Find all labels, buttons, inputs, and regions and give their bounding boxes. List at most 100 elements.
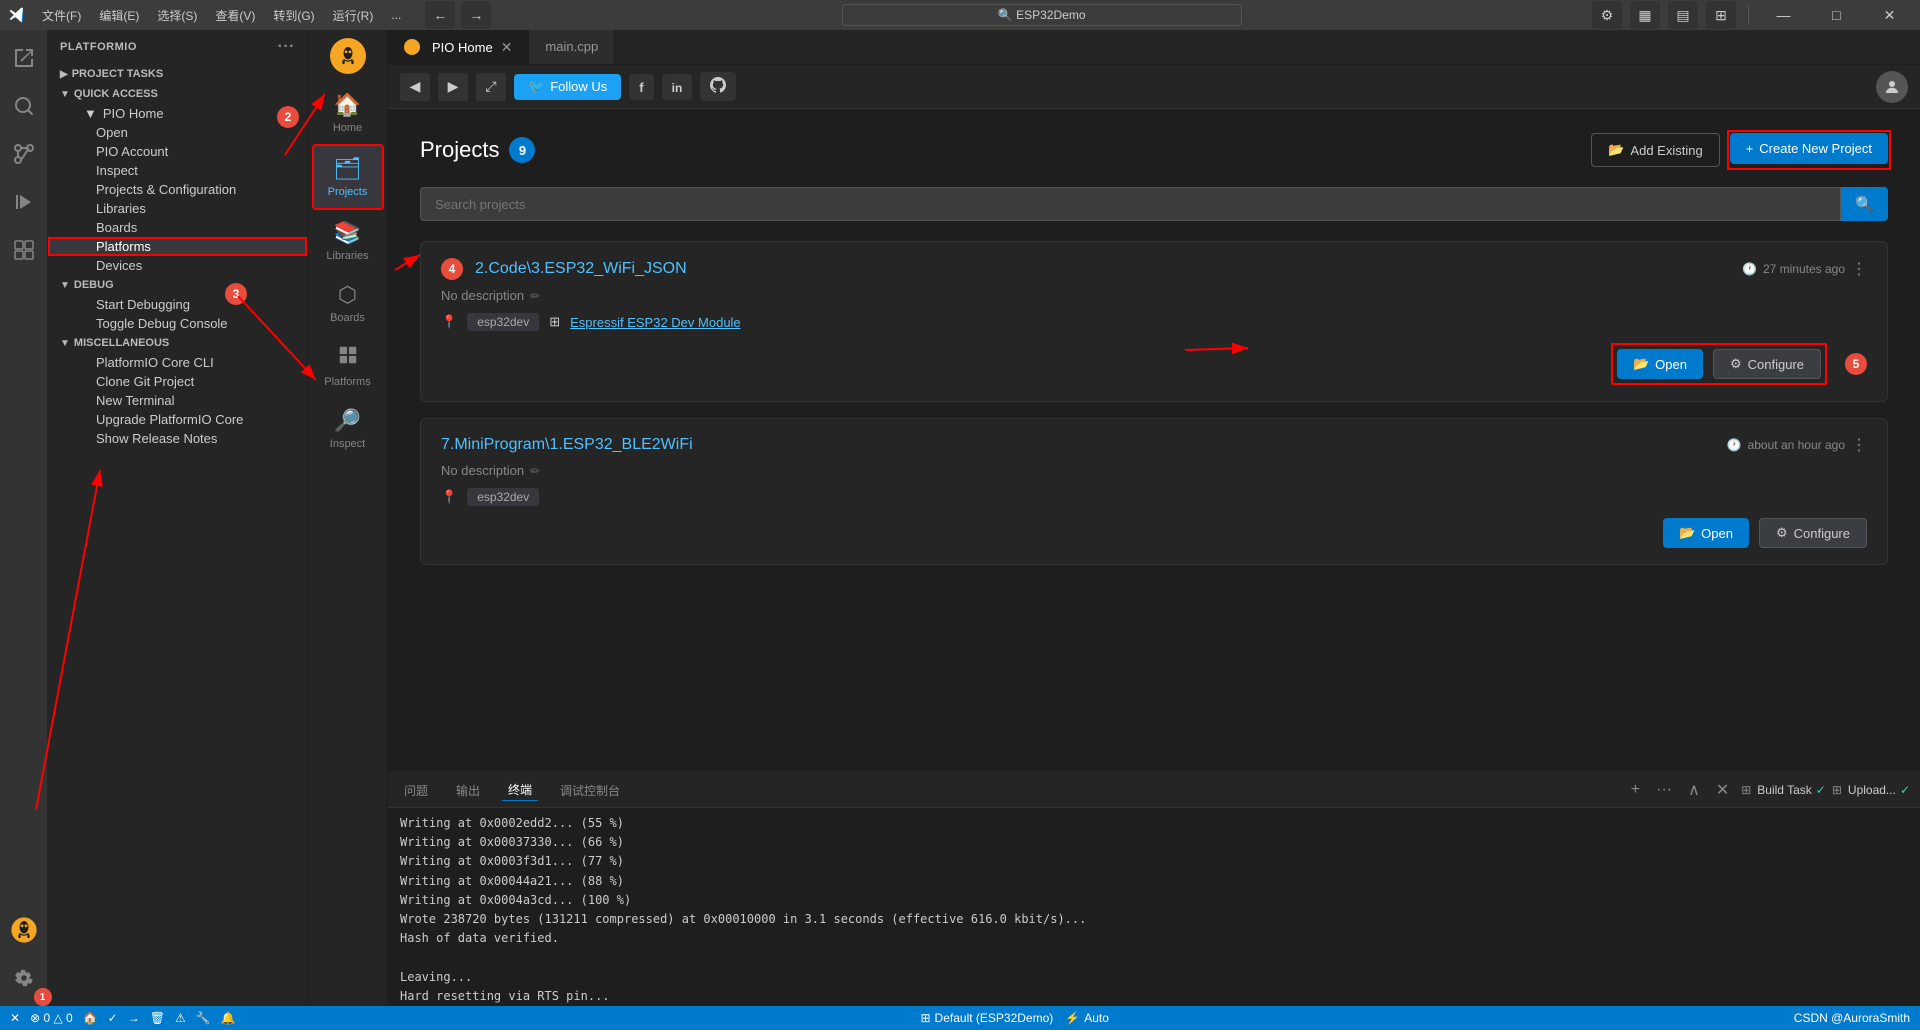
menu-more[interactable]: ... <box>383 6 409 24</box>
create-new-project-btn[interactable]: + Create New Project <box>1730 133 1888 164</box>
sidebar-item-projects-config[interactable]: Projects & Configuration <box>48 180 307 199</box>
tab-close-pio-home[interactable]: ✕ <box>501 39 513 56</box>
menu-select[interactable]: 选择(S) <box>149 5 205 26</box>
sidebar-item-devices[interactable]: Devices <box>48 256 307 275</box>
project-tasks-section[interactable]: ▶ PROJECT TASKS <box>48 64 307 84</box>
status-home-icon[interactable]: 🏠 <box>83 1011 98 1025</box>
toolbar-expand-btn[interactable]: ⤢ <box>476 73 506 101</box>
menu-file[interactable]: 文件(F) <box>34 5 89 26</box>
panel-layout-btn[interactable]: ▤ <box>1668 1 1698 29</box>
quick-access-section[interactable]: ▼ QUICK ACCESS <box>48 84 307 104</box>
project-card-2: 7.MiniProgram\1.ESP32_BLE2WiFi 🕐 about a… <box>420 418 1888 565</box>
board-link-1[interactable]: Espressif ESP32 Dev Module <box>570 315 741 330</box>
menu-edit[interactable]: 编辑(E) <box>91 5 147 26</box>
status-arrow-icon[interactable]: → <box>128 1011 140 1025</box>
sidebar-item-platformio-core-cli[interactable]: PlatformIO Core CLI <box>48 353 307 372</box>
activity-explorer[interactable] <box>0 34 48 82</box>
editor-layout-btn[interactable]: ▦ <box>1630 1 1660 29</box>
pio-nav-projects[interactable]: 🗂 Projects <box>312 144 384 210</box>
sidebar-item-show-release-notes[interactable]: Show Release Notes <box>48 429 307 448</box>
nav-back-btn[interactable]: ← <box>425 1 455 29</box>
sidebar-item-start-debugging[interactable]: Start Debugging <box>48 295 307 314</box>
tab-pio-home[interactable]: PIO Home ✕ <box>388 30 529 64</box>
facebook-btn[interactable]: f <box>629 74 653 100</box>
more-options-icon[interactable]: ⋮ <box>1851 259 1867 279</box>
sidebar-item-platforms[interactable]: Platforms <box>48 237 307 256</box>
activity-search[interactable] <box>0 82 48 130</box>
follow-us-btn[interactable]: 🐦 Follow Us <box>514 74 621 100</box>
more-options-icon-2[interactable]: ⋮ <box>1851 435 1867 455</box>
status-profile[interactable]: ⊞ Default (ESP32Demo) <box>920 1011 1053 1025</box>
terminal-tab-terminal[interactable]: 终端 <box>502 779 538 801</box>
sidebar-item-pio-home[interactable]: ▼ PIO Home <box>48 104 307 123</box>
sidebar-item-clone-git-project[interactable]: Clone Git Project <box>48 372 307 391</box>
plus-icon: + <box>1746 141 1754 156</box>
status-errors-warnings[interactable]: ⊗ 0 △ 0 <box>30 1011 73 1025</box>
status-trash-icon[interactable]: 🗑 <box>150 1011 165 1025</box>
menu-run[interactable]: 运行(R) <box>325 5 382 26</box>
sidebar-item-open[interactable]: Open <box>48 123 307 142</box>
customize-layout-btn[interactable]: ⊞ <box>1706 1 1736 29</box>
search-projects-btn[interactable]: 🔍 <box>1841 187 1888 221</box>
sidebar-more-btn[interactable]: ··· <box>278 38 295 56</box>
activity-git[interactable] <box>0 130 48 178</box>
sidebar-item-boards[interactable]: Boards <box>48 218 307 237</box>
status-gear-icon[interactable]: 🔧 <box>196 1011 211 1025</box>
menu-view[interactable]: 查看(V) <box>207 5 263 26</box>
minimize-btn[interactable]: — <box>1761 0 1806 30</box>
project-1-open-btn[interactable]: 📂 Open <box>1617 349 1703 379</box>
project-1-configure-btn[interactable]: ⚙ Configure <box>1713 349 1821 379</box>
terminal-tab-problems[interactable]: 问题 <box>398 780 434 801</box>
toolbar-forward-btn[interactable]: ▶ <box>438 73 468 101</box>
pio-avatar[interactable] <box>330 38 366 74</box>
add-existing-btn[interactable]: 📂 Add Existing <box>1591 133 1719 167</box>
tab-main-cpp[interactable]: main.cpp <box>529 30 615 64</box>
project-2-open-btn[interactable]: 📂 Open <box>1663 518 1749 548</box>
activity-extensions[interactable] <box>0 226 48 274</box>
maximize-btn[interactable]: □ <box>1814 0 1859 30</box>
debug-section[interactable]: ▼ Debug <box>48 275 307 295</box>
pio-nav-libraries[interactable]: 📚 Libraries <box>312 210 384 272</box>
pio-nav-boards[interactable]: ⬡ Boards <box>312 272 384 334</box>
terminal-more-btn[interactable]: ··· <box>1652 779 1676 801</box>
edit-desc-icon-2[interactable]: ✏ <box>530 464 540 478</box>
status-warning-icon[interactable]: ⚠ <box>175 1011 186 1025</box>
sidebar-item-libraries[interactable]: Libraries <box>48 199 307 218</box>
terminal-tab-debug-console[interactable]: 调试控制台 <box>554 780 626 801</box>
pio-nav-platforms[interactable]: Platforms <box>312 334 384 398</box>
profile-avatar-btn[interactable] <box>1876 71 1908 103</box>
settings-layout-btn[interactable]: ⚙ <box>1592 1 1622 29</box>
pio-nav-home-icon: 🏠 <box>334 92 361 118</box>
activity-settings[interactable]: 1 <box>0 954 48 1002</box>
terminal-close-btn[interactable]: ✕ <box>1712 778 1733 802</box>
terminal-tab-output[interactable]: 输出 <box>450 780 486 801</box>
status-auto[interactable]: ⚡ Auto <box>1065 1011 1109 1025</box>
github-btn[interactable] <box>700 72 736 101</box>
nav-forward-btn[interactable]: → <box>461 1 491 29</box>
project-2-name[interactable]: 7.MiniProgram\1.ESP32_BLE2WiFi <box>441 436 693 454</box>
close-btn[interactable]: ✕ <box>1867 0 1912 30</box>
pio-nav-home[interactable]: 🏠 Home <box>312 82 384 144</box>
terminal-minimize-btn[interactable]: ∧ <box>1684 778 1704 802</box>
project-1-name[interactable]: 2.Code\3.ESP32_WiFi_JSON <box>475 260 687 278</box>
activity-pio[interactable] <box>0 906 48 954</box>
search-projects-input[interactable] <box>420 187 1841 221</box>
status-csdn[interactable]: CSDN @AuroraSmith <box>1794 1011 1910 1025</box>
sidebar-item-new-terminal[interactable]: New Terminal <box>48 391 307 410</box>
menu-goto[interactable]: 转到(G) <box>265 5 322 26</box>
global-search[interactable]: 🔍 ESP32Demo <box>842 4 1242 26</box>
toolbar-back-btn[interactable]: ◀ <box>400 73 430 101</box>
sidebar-item-toggle-debug-console[interactable]: Toggle Debug Console <box>48 314 307 333</box>
terminal-add-btn[interactable]: + <box>1627 779 1644 801</box>
linkedin-btn[interactable]: in <box>662 74 693 100</box>
project-2-configure-btn[interactable]: ⚙ Configure <box>1759 518 1867 548</box>
activity-run[interactable] <box>0 178 48 226</box>
misc-section[interactable]: ▼ Miscellaneous <box>48 333 307 353</box>
sidebar-item-inspect[interactable]: Inspect <box>48 161 307 180</box>
sidebar-item-pio-account[interactable]: PIO Account <box>48 142 307 161</box>
sidebar-item-upgrade-platformio-core[interactable]: Upgrade PlatformIO Core <box>48 410 307 429</box>
status-bell-icon[interactable]: 🔔 <box>221 1011 236 1025</box>
edit-desc-icon-1[interactable]: ✏ <box>530 289 540 303</box>
status-check-icon[interactable]: ✓ <box>108 1011 118 1025</box>
pio-nav-inspect[interactable]: 🔎 Inspect <box>312 398 384 460</box>
